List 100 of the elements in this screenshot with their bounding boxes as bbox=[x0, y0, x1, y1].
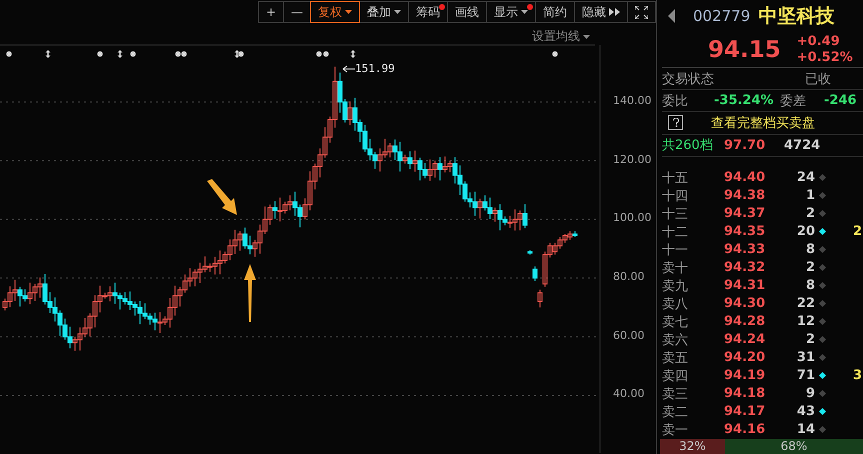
ask-volume: 8 bbox=[804, 278, 815, 294]
ask-volume: 71 bbox=[796, 368, 815, 384]
back-triangle-icon[interactable] bbox=[668, 9, 675, 24]
ask-price: 94.20 bbox=[724, 350, 766, 366]
status-value: 已收 bbox=[805, 70, 831, 88]
toolbar-button[interactable]: 画线 bbox=[447, 1, 487, 23]
ask-level-label: 卖一 bbox=[662, 422, 689, 439]
fullscreen-button[interactable] bbox=[627, 1, 656, 23]
caret-icon bbox=[394, 10, 401, 14]
axis-label: 80.00 bbox=[613, 270, 644, 284]
help-icon[interactable] bbox=[668, 115, 683, 130]
last-price: 94.15 bbox=[708, 36, 781, 63]
candlestick bbox=[522, 204, 528, 229]
ask-volume: 2 bbox=[804, 332, 815, 348]
levels-count: 共260档 bbox=[662, 137, 714, 154]
toolbar-button[interactable]: 简约 bbox=[535, 1, 575, 23]
ask-level-label: 卖九 bbox=[662, 278, 689, 295]
ask-volume: 24 bbox=[796, 170, 815, 186]
ask-price: 94.32 bbox=[724, 260, 766, 276]
ask-price: 94.28 bbox=[724, 314, 766, 330]
order-count: 3 bbox=[853, 368, 862, 384]
toolbar-button[interactable]: 叠加 bbox=[359, 1, 409, 23]
ask-volume: 1 bbox=[804, 188, 815, 204]
candlestick bbox=[532, 266, 538, 282]
double-triangle-icon bbox=[609, 8, 620, 16]
axis-label: 60.00 bbox=[613, 328, 644, 342]
ask-level-label: 卖二 bbox=[662, 404, 689, 421]
status-label: 交易状态 bbox=[662, 70, 715, 88]
candlestick bbox=[412, 150, 418, 172]
fullscreen-icon bbox=[635, 6, 648, 18]
ask-price: 94.17 bbox=[724, 404, 766, 420]
levels-volume: 4724 bbox=[784, 138, 820, 153]
ask-volume: 22 bbox=[796, 296, 815, 312]
ma-settings-button[interactable]: 设置均线 bbox=[532, 28, 590, 45]
asterisk-icon bbox=[237, 50, 245, 58]
ask-level-label: 卖六 bbox=[662, 332, 689, 349]
ask-price: 94.30 bbox=[724, 296, 766, 312]
caret-icon bbox=[521, 10, 528, 14]
full-order-book-link[interactable]: 查看完整档买卖盘 bbox=[711, 114, 815, 132]
ask-volume: 12 bbox=[796, 314, 815, 330]
ask-level-label: 卖五 bbox=[662, 350, 689, 367]
stock-name: 中坚科技 bbox=[758, 4, 834, 30]
ask-level-label: 卖七 bbox=[662, 314, 689, 331]
ask-level-label: 十二 bbox=[662, 224, 689, 241]
ask-price: 94.16 bbox=[724, 422, 766, 438]
candlestick bbox=[478, 198, 482, 219]
ask-level-label: 卖八 bbox=[662, 296, 689, 313]
ask-level-label: 十四 bbox=[662, 188, 689, 205]
candlestick bbox=[538, 289, 542, 308]
peak-price-label: 151.99 bbox=[355, 62, 395, 75]
ratio-label: 委比 bbox=[662, 92, 689, 110]
caret-icon bbox=[583, 34, 590, 38]
ask-price: 94.18 bbox=[724, 386, 766, 402]
toolbar-button[interactable]: — bbox=[283, 1, 311, 23]
candlestick bbox=[492, 207, 498, 222]
asterisk-icon bbox=[551, 50, 559, 58]
ask-level-label: 卖四 bbox=[662, 368, 689, 385]
price-change: +0.49 bbox=[796, 34, 841, 50]
ask-price: 94.40 bbox=[724, 170, 766, 186]
ask-price: 94.33 bbox=[724, 242, 766, 258]
ratio-value: -35.24% bbox=[714, 93, 775, 108]
axis-label: 140.00 bbox=[613, 94, 652, 107]
caret-icon bbox=[345, 10, 352, 14]
diff-value: -246 bbox=[824, 93, 857, 108]
ask-volume: 8 bbox=[804, 242, 815, 258]
double-arrow-icon bbox=[350, 50, 356, 58]
axis-label: 120.00 bbox=[613, 152, 652, 166]
ask-price: 94.38 bbox=[724, 188, 766, 204]
candlestick bbox=[408, 150, 412, 170]
ask-price: 94.35 bbox=[724, 224, 766, 240]
toolbar-button[interactable]: 隐藏 bbox=[574, 1, 628, 23]
percent-change: +0.52% bbox=[796, 50, 853, 66]
diff-label: 委差 bbox=[780, 92, 807, 110]
ask-price: 94.19 bbox=[724, 368, 766, 384]
axis-label: 100.00 bbox=[613, 211, 652, 224]
toolbar-button[interactable]: 筹码 bbox=[408, 1, 448, 23]
candlestick bbox=[272, 200, 278, 220]
buy-ratio-bar: 32% bbox=[660, 438, 725, 454]
toolbar-button[interactable]: 复权 bbox=[310, 1, 360, 23]
ask-level-label: 卖三 bbox=[662, 386, 689, 403]
ask-volume: 9 bbox=[804, 386, 815, 402]
ask-level-label: 十一 bbox=[662, 242, 689, 259]
ask-volume: 14 bbox=[796, 422, 815, 438]
ask-price: 94.31 bbox=[724, 278, 766, 294]
double-arrow-icon bbox=[46, 50, 50, 58]
ask-volume: 2 bbox=[804, 260, 815, 276]
sell-ratio-bar: 68% bbox=[724, 438, 863, 454]
candlestick bbox=[348, 100, 352, 126]
levels-price: 97.70 bbox=[724, 138, 766, 153]
notification-dot bbox=[439, 4, 445, 10]
ask-volume: 31 bbox=[796, 350, 815, 366]
toolbar-button[interactable]: + bbox=[258, 1, 284, 23]
order-count: 2 bbox=[853, 224, 862, 240]
arrow-icon bbox=[244, 264, 256, 322]
asterisk-icon bbox=[5, 50, 13, 58]
candlestick bbox=[438, 156, 442, 181]
asterisk-icon bbox=[96, 50, 104, 58]
notification-dot bbox=[527, 4, 533, 10]
toolbar-button[interactable]: 显示 bbox=[486, 1, 536, 23]
ask-volume: 20 bbox=[796, 224, 815, 240]
